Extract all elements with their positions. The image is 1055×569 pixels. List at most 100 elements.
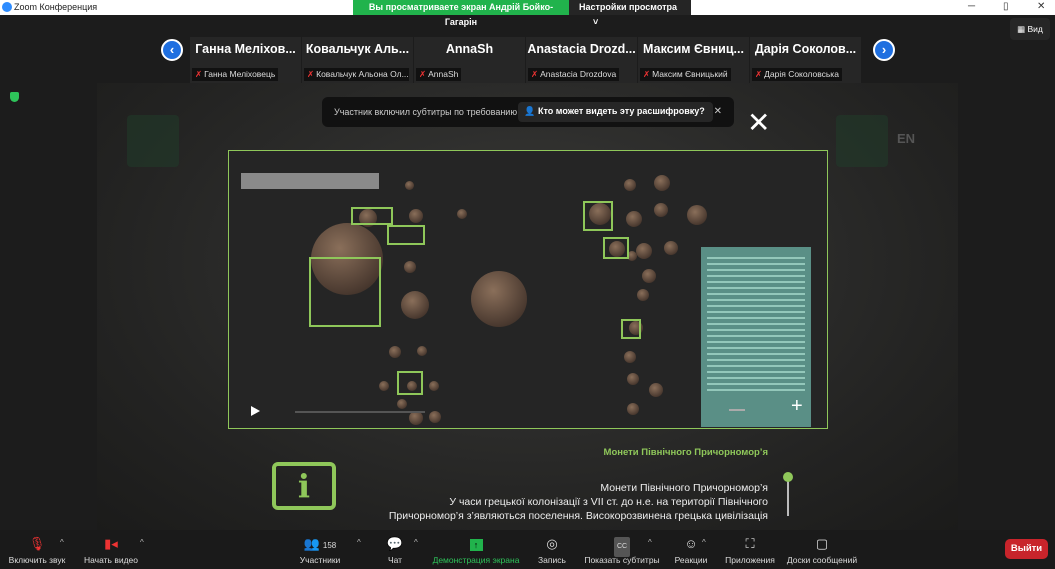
coin[interactable] [687, 205, 707, 225]
video-options-caret[interactable]: ^ [140, 538, 144, 547]
view-options-dropdown[interactable]: Настройки просмотра ˅ [569, 0, 691, 27]
participant-name: Ганна Меліховець [204, 69, 276, 79]
highlight-box[interactable] [387, 225, 425, 245]
coin[interactable] [627, 373, 639, 385]
next-participants-button[interactable]: › [873, 39, 895, 61]
coin[interactable] [429, 381, 439, 391]
apps-button[interactable]: ⛶ Приложения [722, 530, 778, 569]
unmute-label: Включить звук [8, 555, 66, 565]
coin[interactable] [654, 203, 668, 217]
grid-icon: ▦ [1017, 24, 1026, 34]
mic-muted-icon: ✗ [307, 69, 315, 79]
maximize-button[interactable]: ▯ [1003, 1, 1009, 12]
coin[interactable] [471, 271, 527, 327]
ghost-language-label: EN [897, 131, 916, 146]
description-line: Причорномор’я з’являються поселення. Вис… [388, 510, 768, 522]
participant-name: Дарія Соколовська [764, 69, 839, 79]
participant-tile[interactable]: Ганна Меліхов... ✗ Ганна Меліховець [190, 37, 301, 83]
coin[interactable] [664, 241, 678, 255]
chevron-down-icon: ˅ [593, 17, 599, 27]
coin[interactable] [405, 181, 414, 190]
reactions-label: Реакции [674, 555, 708, 565]
zoom-logo-icon [2, 2, 12, 12]
coin[interactable] [637, 289, 649, 301]
captions-caret[interactable]: ^ [648, 538, 652, 547]
participants-caret[interactable]: ^ [357, 538, 361, 547]
coin[interactable] [401, 291, 429, 319]
whiteboards-button[interactable]: ▢ Доски сообщений [784, 530, 860, 569]
participant-tile[interactable]: Anastacia Drozd... ✗ Anastacia Drozdova [526, 37, 637, 83]
coin[interactable] [624, 179, 636, 191]
exhibit-plaque [241, 173, 379, 189]
coin[interactable] [389, 346, 401, 358]
participant-display-name: Ганна Меліхов... [195, 42, 296, 56]
participant-tile[interactable]: Максим Євниц... ✗ Максим Євницький [638, 37, 749, 83]
leave-button[interactable]: Выйти [1005, 539, 1048, 559]
participant-display-name: Anastacia Drozd... [527, 42, 636, 56]
reactions-caret[interactable]: ^ [702, 538, 706, 547]
coin[interactable] [409, 209, 423, 223]
zoom-in-button[interactable]: + [791, 395, 803, 418]
highlight-box[interactable] [621, 319, 641, 339]
participant-tile[interactable]: AnnaSh ✗ AnnaSh [414, 37, 525, 83]
coin[interactable] [624, 351, 636, 363]
highlight-box[interactable] [583, 201, 613, 231]
chat-caret[interactable]: ^ [414, 538, 418, 547]
coin[interactable] [397, 399, 407, 409]
seek-bar[interactable] [295, 411, 425, 413]
start-video-label: Начать видео [83, 555, 138, 565]
participant-tile[interactable]: Дарія Соколов... ✗ Дарія Соколовська [750, 37, 861, 83]
view-button[interactable]: ▦ Вид [1010, 18, 1050, 40]
coin[interactable] [379, 381, 389, 391]
close-window-button[interactable]: ✕ [1037, 1, 1045, 12]
record-button[interactable]: ◎ Запись [535, 530, 569, 569]
mic-muted-icon: ✗ [419, 69, 427, 79]
zoom-out-button[interactable] [729, 409, 745, 411]
share-screen-button[interactable]: ↑ Демонстрация экрана [430, 530, 522, 569]
highlight-box[interactable] [351, 207, 393, 225]
start-video-button[interactable]: ▮◂ Начать видео [80, 530, 142, 569]
participant-name: Anastacia Drozdova [540, 69, 617, 79]
timeline-dot[interactable] [783, 472, 793, 482]
reactions-button[interactable]: ☺ Реакции [672, 530, 710, 569]
show-captions-button[interactable]: CC Показать субтитры [582, 530, 662, 569]
apps-icon: ⛶ [745, 536, 755, 551]
coin-exhibit-image[interactable]: + [228, 150, 828, 429]
play-icon[interactable] [251, 406, 260, 416]
caption-message: Участник включил субтитры по требованию [334, 107, 518, 117]
description-line: У часи грецької колонізації з VII ст. до… [449, 496, 768, 508]
close-toast-button[interactable]: ✕ [714, 106, 722, 117]
coin[interactable] [642, 269, 656, 283]
security-shield-icon[interactable] [10, 92, 19, 102]
minimize-button[interactable]: ─ [968, 1, 975, 12]
coin[interactable] [409, 411, 423, 425]
participant-name: Ковальчук Альона Ол... [316, 69, 409, 79]
coin[interactable] [627, 403, 639, 415]
prev-participants-button[interactable]: ‹ [161, 39, 183, 61]
apps-label: Приложения [725, 555, 775, 565]
participant-tile[interactable]: Ковальчук Аль... ✗ Ковальчук Альона Ол... [302, 37, 413, 83]
chat-icon: 💬 [386, 536, 404, 551]
chat-label: Чат [387, 555, 403, 565]
chat-button[interactable]: 💬 Чат [380, 530, 410, 569]
coin[interactable] [429, 411, 441, 423]
coin[interactable] [626, 211, 642, 227]
audio-options-caret[interactable]: ^ [60, 538, 64, 547]
caption-notification: Участник включил субтитры по требованию … [322, 97, 734, 127]
coin[interactable] [649, 383, 663, 397]
highlight-box[interactable] [309, 257, 381, 327]
close-viewer-icon[interactable]: ✕ [747, 106, 770, 139]
coin[interactable] [404, 261, 416, 273]
highlight-box[interactable] [603, 237, 629, 259]
coin[interactable] [457, 209, 467, 219]
coin[interactable] [654, 175, 670, 191]
unmute-button[interactable]: 🎙 Включить звук [4, 530, 70, 569]
record-label: Запись [538, 555, 566, 565]
participant-name: AnnaSh [428, 69, 459, 79]
captions-label: Показать субтитры [584, 555, 660, 565]
coin[interactable] [636, 243, 652, 259]
participants-button[interactable]: 👥 158 Участники [296, 530, 344, 569]
coin[interactable] [417, 346, 427, 356]
highlight-box[interactable] [397, 371, 423, 395]
who-can-see-button[interactable]: 👤 Кто может видеть эту расшифровку? [518, 102, 713, 122]
